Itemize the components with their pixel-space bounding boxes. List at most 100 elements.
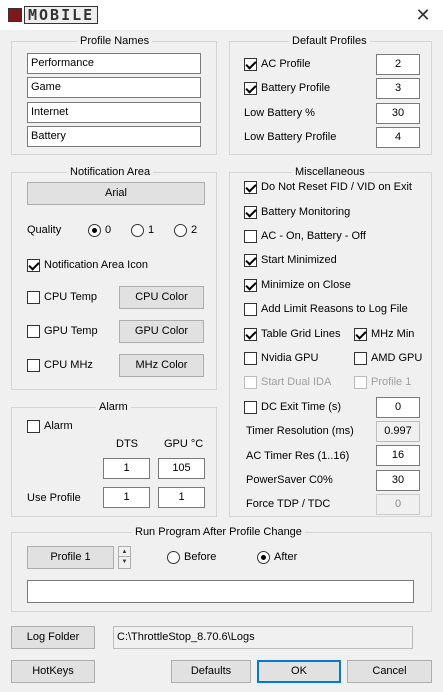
ac-profile-checkbox[interactable]: AC Profile xyxy=(244,57,311,71)
table-grid-lines-checkbox[interactable]: Table Grid Lines xyxy=(244,327,341,341)
add-limit-reasons-check[interactable] xyxy=(244,302,257,316)
alarm-dts-value[interactable]: 1 xyxy=(103,458,150,479)
defaults-button[interactable]: Defaults xyxy=(171,660,251,683)
cancel-button[interactable]: Cancel xyxy=(347,660,432,683)
mhz-min-check[interactable] xyxy=(354,327,367,341)
cpu-color-button[interactable]: CPU Color xyxy=(119,286,204,309)
cpu-temp-check[interactable] xyxy=(27,290,40,304)
notification-icon-checkbox[interactable]: Notification Area Icon xyxy=(27,258,148,272)
dc-exit-time-check[interactable] xyxy=(244,400,257,414)
logo-text: MOBILE xyxy=(24,6,99,24)
battery-monitoring-checkbox[interactable]: Battery Monitoring xyxy=(244,205,350,219)
timer-resolution-value: 0.997 xyxy=(376,421,420,442)
profile-name-3-input[interactable]: Internet xyxy=(27,102,201,123)
start-minimized-checkbox[interactable]: Start Minimized xyxy=(244,253,337,267)
spin-up-icon[interactable]: ▲ xyxy=(119,547,130,557)
app-logo: MOBILE xyxy=(8,4,99,26)
after-radio-dot[interactable] xyxy=(257,550,270,564)
dc-exit-time-value[interactable]: 0 xyxy=(376,397,420,418)
notification-icon-check[interactable] xyxy=(27,258,40,272)
quality-radio-0[interactable]: 0 xyxy=(88,223,111,237)
ac-on-battery-off-checkbox[interactable]: AC - On, Battery - Off xyxy=(244,229,366,243)
start-dual-ida-checkbox: Start Dual IDA xyxy=(244,375,331,389)
amd-gpu-checkbox[interactable]: AMD GPU xyxy=(354,351,422,365)
amd-gpu-check[interactable] xyxy=(354,351,367,365)
cpu-mhz-checkbox[interactable]: CPU MHz xyxy=(27,358,93,372)
gpu-color-button[interactable]: GPU Color xyxy=(119,320,204,343)
log-folder-button[interactable]: Log Folder xyxy=(11,626,95,649)
hotkeys-button[interactable]: HotKeys xyxy=(11,660,95,683)
profile-name-2-input[interactable]: Game xyxy=(27,77,201,98)
alarm-gpu-value[interactable]: 105 xyxy=(158,458,205,479)
program-path-input[interactable] xyxy=(27,580,414,603)
cpu-mhz-check[interactable] xyxy=(27,358,40,372)
run-profile-spinner[interactable]: ▲ ▼ xyxy=(118,546,131,569)
battery-profile-checkbox[interactable]: Battery Profile xyxy=(244,81,330,95)
battery-profile-check[interactable] xyxy=(244,81,257,95)
quality-radio-2[interactable]: 2 xyxy=(174,223,197,237)
alarm-title: Alarm xyxy=(96,401,131,414)
profile-1-checkbox: Profile 1 xyxy=(354,375,411,389)
use-profile-gpu-value[interactable]: 1 xyxy=(158,487,205,508)
ok-button[interactable]: OK xyxy=(257,660,341,683)
low-battery-profile-label: Low Battery Profile xyxy=(244,131,337,143)
quality-radio-1-dot[interactable] xyxy=(131,223,144,237)
do-not-reset-check[interactable] xyxy=(244,180,257,194)
default-profiles-title: Default Profiles xyxy=(289,35,370,48)
dc-exit-time-checkbox[interactable]: DC Exit Time (s) xyxy=(244,400,341,414)
dts-label: DTS xyxy=(116,438,138,450)
force-tdp-value: 0 xyxy=(376,494,420,515)
spin-down-icon[interactable]: ▼ xyxy=(119,557,130,567)
low-battery-profile-value[interactable]: 4 xyxy=(376,127,420,148)
timer-resolution-label: Timer Resolution (ms) xyxy=(246,425,354,437)
start-minimized-check[interactable] xyxy=(244,253,257,267)
ac-on-battery-off-check[interactable] xyxy=(244,229,257,243)
before-radio-dot[interactable] xyxy=(167,550,180,564)
start-dual-ida-check xyxy=(244,375,257,389)
powersaver-value[interactable]: 30 xyxy=(376,470,420,491)
minimize-on-close-checkbox[interactable]: Minimize on Close xyxy=(244,278,351,292)
cpu-temp-checkbox[interactable]: CPU Temp xyxy=(27,290,97,304)
ac-profile-check[interactable] xyxy=(244,57,257,71)
table-grid-lines-check[interactable] xyxy=(244,327,257,341)
log-path-field: C:\ThrottleStop_8.70.6\Logs xyxy=(113,626,413,649)
use-profile-dts-value[interactable]: 1 xyxy=(103,487,150,508)
quality-radio-1[interactable]: 1 xyxy=(131,223,154,237)
ac-timer-res-label: AC Timer Res (1..16) xyxy=(246,450,350,462)
powersaver-label: PowerSaver C0% xyxy=(246,474,333,486)
profile-name-1-input[interactable]: Performance xyxy=(27,53,201,74)
mhz-min-checkbox[interactable]: MHz Min xyxy=(354,327,414,341)
alarm-checkbox[interactable]: Alarm xyxy=(27,419,73,433)
font-button[interactable]: Arial xyxy=(27,182,205,205)
gpu-temp-label: GPU °C xyxy=(164,438,204,450)
nvidia-gpu-checkbox[interactable]: Nvidia GPU xyxy=(244,351,318,365)
close-icon[interactable]: ✕ xyxy=(410,4,436,26)
notification-area-title: Notification Area xyxy=(67,166,154,179)
ac-timer-res-value[interactable]: 16 xyxy=(376,445,420,466)
low-battery-pct-value[interactable]: 30 xyxy=(376,103,420,124)
alarm-check[interactable] xyxy=(27,419,40,433)
gpu-temp-checkbox[interactable]: GPU Temp xyxy=(27,324,98,338)
mhz-color-button[interactable]: MHz Color xyxy=(119,354,204,377)
force-tdp-label: Force TDP / TDC xyxy=(246,498,331,510)
miscellaneous-title: Miscellaneous xyxy=(292,166,368,179)
add-limit-reasons-checkbox[interactable]: Add Limit Reasons to Log File xyxy=(244,302,408,316)
run-program-title: Run Program After Profile Change xyxy=(132,526,305,539)
nvidia-gpu-check[interactable] xyxy=(244,351,257,365)
logo-icon xyxy=(8,8,22,22)
ac-profile-value[interactable]: 2 xyxy=(376,54,420,75)
quality-radio-2-dot[interactable] xyxy=(174,223,187,237)
low-battery-pct-label: Low Battery % xyxy=(244,107,315,119)
battery-monitoring-check[interactable] xyxy=(244,205,257,219)
profile-name-4-input[interactable]: Battery xyxy=(27,126,201,147)
battery-profile-value[interactable]: 3 xyxy=(376,78,420,99)
after-radio[interactable]: After xyxy=(257,550,297,564)
use-profile-label: Use Profile xyxy=(27,492,81,504)
before-radio[interactable]: Before xyxy=(167,550,216,564)
do-not-reset-checkbox[interactable]: Do Not Reset FID / VID on Exit xyxy=(244,180,412,194)
minimize-on-close-check[interactable] xyxy=(244,278,257,292)
run-profile-button[interactable]: Profile 1 xyxy=(27,546,114,569)
quality-label: Quality xyxy=(27,224,62,236)
gpu-temp-check[interactable] xyxy=(27,324,40,338)
quality-radio-0-dot[interactable] xyxy=(88,223,101,237)
